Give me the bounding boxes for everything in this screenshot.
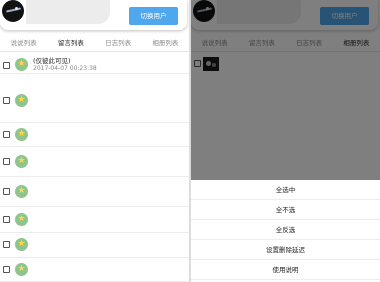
select-none-option[interactable]: 全不选 (191, 200, 380, 220)
list-item[interactable]: ★ (0, 207, 189, 233)
row-checkbox[interactable] (3, 216, 10, 223)
username-field (26, 0, 110, 24)
row-checkbox[interactable] (3, 131, 10, 138)
list-item[interactable]: ★ (0, 74, 189, 123)
list-item[interactable]: ★ (0, 233, 189, 258)
switch-user-button[interactable]: 切换用户 (129, 7, 178, 25)
row-checkbox[interactable] (3, 97, 10, 104)
tab-blogs[interactable]: 日志列表 (95, 36, 142, 51)
message-list-screen: 切换用户 说说列表 留言列表 日志列表 相册列表 ★ (仅彼此可见) 2017-… (0, 0, 189, 282)
list-item[interactable]: ★ (0, 123, 189, 147)
row-checkbox[interactable] (3, 266, 10, 273)
invert-selection-option[interactable]: 全反选 (191, 220, 380, 240)
smiley-avatar-icon: ★ (15, 155, 28, 168)
tab-messages[interactable]: 留言列表 (47, 36, 94, 51)
album-list-screen: 切换用户 说说列表 留言列表 日志列表 相册列表 全选中 全不选 全反选 设置删… (191, 0, 380, 282)
row-title: (仅彼此可见) (33, 57, 71, 65)
smiley-avatar-icon: ★ (15, 128, 28, 141)
message-list: ★ (仅彼此可见) 2017-04-07 00:23:38 ★ ★ ★ ★ ★ (0, 53, 189, 282)
smiley-avatar-icon: ★ (15, 263, 28, 276)
row-checkbox[interactable] (3, 188, 10, 195)
row-checkbox[interactable] (3, 62, 10, 69)
smiley-avatar-icon: ★ (15, 185, 28, 198)
smiley-avatar-icon: ★ (15, 58, 28, 71)
list-item[interactable]: ★ (0, 258, 189, 282)
tab-albums[interactable]: 相册列表 (142, 36, 189, 51)
usage-help-option[interactable]: 使用说明 (191, 260, 380, 280)
set-delete-delay-option[interactable]: 设置删除延迟 (191, 240, 380, 260)
list-item[interactable]: ★ (仅彼此可见) 2017-04-07 00:23:38 (0, 53, 189, 74)
row-time: 2017-04-07 00:23:38 (33, 65, 97, 72)
tab-bar: 说说列表 留言列表 日志列表 相册列表 (0, 36, 189, 52)
smiley-avatar-icon: ★ (15, 238, 28, 251)
action-sheet: 全选中 全不选 全反选 设置删除延迟 使用说明 (191, 180, 380, 282)
row-checkbox[interactable] (3, 241, 10, 248)
dim-overlay[interactable] (191, 0, 380, 180)
header-card: 切换用户 (0, 0, 187, 30)
tab-shuoshuo[interactable]: 说说列表 (0, 36, 47, 51)
user-avatar[interactable] (2, 0, 24, 22)
smiley-avatar-icon: ★ (15, 94, 28, 107)
smiley-avatar-icon: ★ (15, 213, 28, 226)
row-checkbox[interactable] (3, 158, 10, 165)
select-all-option[interactable]: 全选中 (191, 180, 380, 200)
list-item[interactable]: ★ (0, 147, 189, 177)
list-item[interactable]: ★ (0, 177, 189, 207)
